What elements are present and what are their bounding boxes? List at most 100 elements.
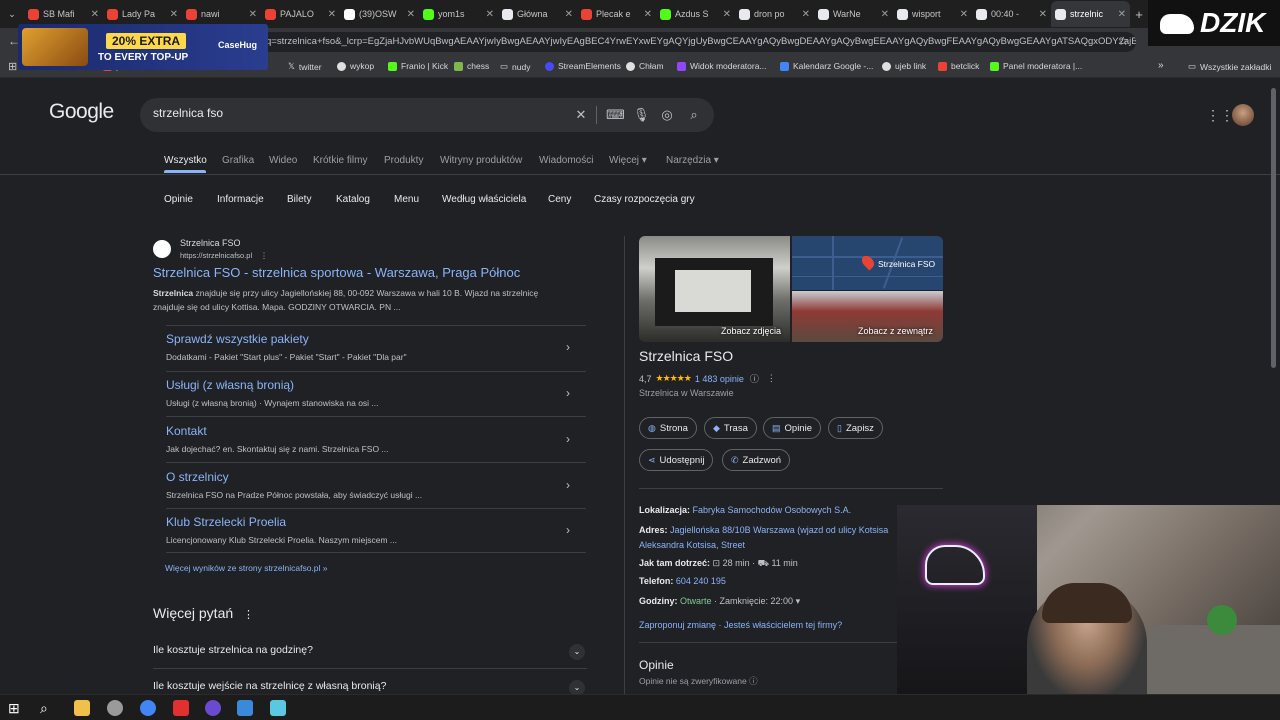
browser-tab[interactable]: yom1s ✕	[419, 1, 498, 27]
keyboard-icon[interactable]: ⌨	[606, 107, 625, 123]
search-icon[interactable]: ⌕	[686, 107, 702, 123]
browser-tab[interactable]: 00:40 - ✕	[972, 1, 1051, 27]
tab-short-videos[interactable]: Krótkie filmy	[313, 155, 367, 166]
close-tab-icon[interactable]: ✕	[960, 9, 968, 20]
tab-all[interactable]: Wszystko	[164, 155, 207, 166]
info-icon[interactable]: ⓘ	[749, 676, 758, 686]
result-title-link[interactable]: Strzelnica FSO - strzelnica sportowa - W…	[153, 265, 520, 280]
tab-video[interactable]: Wideo	[269, 155, 297, 166]
chip-game-times[interactable]: Czasy rozpoczęcia gry	[594, 194, 695, 205]
bookmark-wykop[interactable]: wykop	[337, 61, 374, 71]
close-tab-icon[interactable]: ✕	[170, 9, 178, 20]
chip-menu[interactable]: Menu	[394, 194, 419, 205]
discord-icon[interactable]	[205, 700, 221, 716]
more-options-icon[interactable]: ⋮	[767, 373, 776, 384]
owner-link[interactable]: Jesteś właścicielem tej firmy?	[724, 620, 842, 630]
tab-more[interactable]: Więcej ▾	[609, 155, 647, 166]
chip-by-owner[interactable]: Według właściciela	[442, 194, 526, 205]
address-link[interactable]: Jagiellońska 88/10B Warszawa (wjazd od u…	[670, 525, 888, 535]
result-site-url[interactable]: https://strzelnicafso.pl ⋮	[180, 251, 268, 260]
app-icon-cyan[interactable]	[270, 700, 286, 716]
call-button[interactable]: ✆ Zadzwoń	[722, 449, 791, 471]
chip-catalog[interactable]: Katalog	[336, 194, 370, 205]
bookmark-moderator-panel[interactable]: Panel moderatora |...	[990, 61, 1082, 71]
tab-news[interactable]: Wiadomości	[539, 155, 593, 166]
bookmark-all-bookmarks[interactable]: ▭ Wszystkie zakładki	[1188, 61, 1271, 72]
bookmarks-overflow-icon[interactable]: »	[1158, 60, 1164, 71]
lens-icon[interactable]: ◎	[659, 107, 675, 123]
close-tab-icon[interactable]: ✕	[723, 9, 731, 20]
browser-tab[interactable]: dron po ✕	[735, 1, 814, 27]
chip-prices[interactable]: Ceny	[548, 194, 571, 205]
bookmark-chess[interactable]: chess	[454, 61, 489, 71]
close-tab-icon[interactable]: ✕	[802, 9, 810, 20]
app-icon[interactable]	[107, 700, 123, 716]
browser-tab[interactable]: WarNe ✕	[814, 1, 893, 27]
search-input[interactable]	[153, 106, 553, 120]
clear-icon[interactable]: ✕	[573, 107, 589, 123]
save-button[interactable]: ▯ Zapisz	[828, 417, 883, 439]
browser-tab[interactable]: Główna ✕	[498, 1, 577, 27]
app-icon-blue[interactable]	[237, 700, 253, 716]
see-photos-caption[interactable]: Zobacz zdjęcia	[721, 326, 781, 336]
chip-tickets[interactable]: Bilety	[287, 194, 311, 205]
browser-tab[interactable]: PAJALO ✕	[261, 1, 340, 27]
bookmark-moderator-view[interactable]: Widok moderatora...	[677, 61, 767, 71]
phone-link[interactable]: 604 240 195	[676, 576, 726, 586]
bookmark-betclick[interactable]: betclick	[938, 61, 979, 71]
browser-tab[interactable]: (39)OSW ✕	[340, 1, 419, 27]
sitelink-club[interactable]: Klub Strzelecki Proelia Licencjonowany K…	[166, 509, 586, 555]
more-results-link[interactable]: Więcej wyników ze strony strzelnicafso.p…	[165, 563, 328, 573]
directions-button[interactable]: ◆ Trasa	[704, 417, 757, 439]
close-tab-icon[interactable]: ✕	[1118, 9, 1126, 20]
close-tab-icon[interactable]: ✕	[249, 9, 257, 20]
website-button[interactable]: ◍ Strona	[639, 417, 697, 439]
sitelink-about[interactable]: O strzelnicy Strzelnica FSO na Pradze Pó…	[166, 464, 586, 510]
chip-info[interactable]: Informacje	[217, 194, 264, 205]
sitelink-contact[interactable]: Kontakt Jak dojechać? en. Skontaktuj się…	[166, 418, 586, 464]
bookmark-chlam[interactable]: Chłam	[626, 61, 664, 71]
hours-row[interactable]: Godziny: Otwarte · Zamknięcie: 22:00 ▾	[639, 596, 800, 607]
close-tab-icon[interactable]: ✕	[91, 9, 99, 20]
browser-tab[interactable]: Azdus S ✕	[656, 1, 735, 27]
search-box[interactable]: ✕ ⌨ 🎙 ◎ ⌕	[140, 98, 714, 132]
chrome-icon[interactable]	[140, 700, 156, 716]
bookmark-folder-nudy[interactable]: ▭ nudy	[500, 61, 530, 72]
tab-images[interactable]: Grafika	[222, 155, 254, 166]
bookmark-star-icon[interactable]: ☆	[1118, 34, 1129, 48]
browser-tab[interactable]: wisport ✕	[893, 1, 972, 27]
app-icon-red[interactable]	[173, 700, 189, 716]
suggest-edit-link[interactable]: Zaproponuj zmianę	[639, 620, 716, 630]
see-outside-caption[interactable]: Zobacz z zewnątrz	[858, 326, 933, 336]
bookmark-twitter[interactable]: 𝕏twitter	[288, 61, 322, 72]
address-link-2[interactable]: Aleksandra Kotsisa, Street	[639, 540, 745, 550]
bookmark-streamelements[interactable]: StreamElements	[545, 61, 621, 71]
avatar[interactable]	[1232, 104, 1254, 126]
browser-tab[interactable]: strzelnic ✕	[1051, 1, 1130, 27]
close-tab-icon[interactable]: ✕	[486, 9, 494, 20]
apps-grid-icon[interactable]: ⊞	[8, 60, 17, 73]
close-tab-icon[interactable]: ✕	[1039, 9, 1047, 20]
sitelink-packages[interactable]: Sprawdź wszystkie pakiety Dodatkami - Pa…	[166, 326, 586, 372]
more-options-icon[interactable]: ⋮	[243, 609, 254, 621]
tab-tools[interactable]: Narzędzia ▾	[666, 155, 719, 166]
paa-question[interactable]: Ile kosztuje strzelnica na godzinę? ⌄	[153, 634, 587, 668]
bookmark-kick[interactable]: Franio | Kick	[388, 61, 448, 71]
info-icon[interactable]: ⓘ	[750, 372, 759, 385]
location-link[interactable]: Fabryka Samochodów Osobowych S.A.	[693, 505, 852, 515]
close-tab-icon[interactable]: ✕	[644, 9, 652, 20]
more-options-icon[interactable]: ⋮	[260, 251, 268, 260]
chevron-down-icon[interactable]: ⌄	[569, 644, 585, 660]
browser-tab[interactable]: Plecak e ✕	[577, 1, 656, 27]
google-logo[interactable]: Google	[49, 100, 114, 124]
google-apps-icon[interactable]: ⋮⋮	[1206, 108, 1234, 122]
close-tab-icon[interactable]: ✕	[881, 9, 889, 20]
result-site-name[interactable]: Strzelnica FSO	[180, 238, 241, 248]
reviews-link[interactable]: 1 483 opinie	[695, 374, 744, 384]
close-tab-icon[interactable]: ✕	[407, 9, 415, 20]
new-tab-button[interactable]: +	[1130, 7, 1148, 22]
search-icon[interactable]: ⌕	[40, 700, 56, 716]
bookmark-google-calendar[interactable]: Kalendarz Google -...	[780, 61, 873, 71]
close-tab-icon[interactable]: ✕	[565, 9, 573, 20]
tab-products[interactable]: Produkty	[384, 155, 423, 166]
